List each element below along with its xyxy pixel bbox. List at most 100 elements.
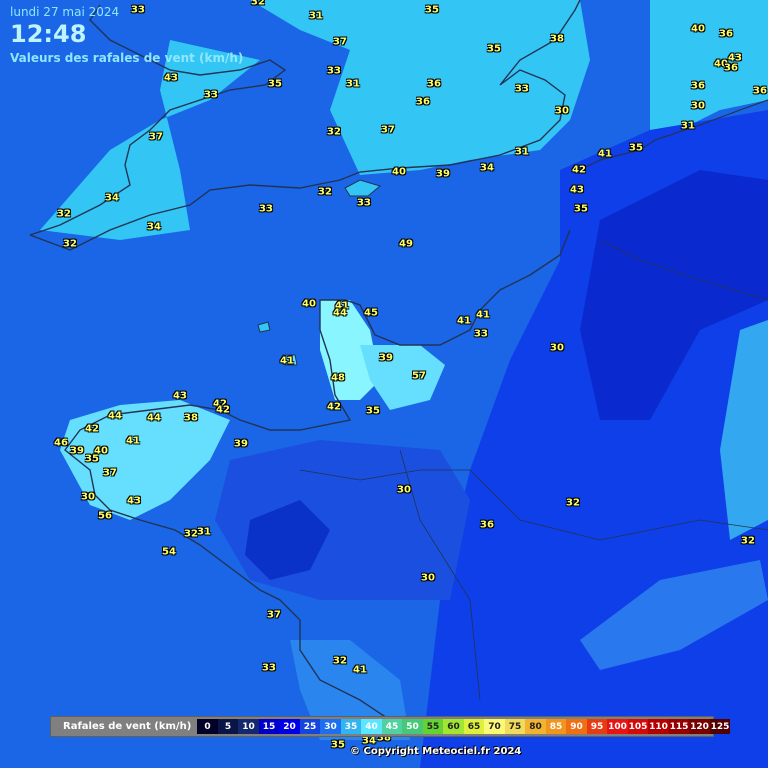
gust-value: 35 [425,4,439,16]
gust-value: 37 [267,609,281,621]
gust-value: 30 [555,105,569,117]
gust-value: 41 [476,309,490,321]
legend-step: 0 [197,719,218,734]
gust-value: 31 [681,120,695,132]
gust-value: 35 [574,203,588,215]
legend-step: 120 [689,719,710,734]
legend-step: 110 [648,719,669,734]
copyright-text: © Copyright Meteociel.fr 2024 [350,746,522,757]
gust-value: 40 [392,166,406,178]
gust-value: 33 [131,4,145,16]
gust-value: 32 [63,238,77,250]
gust-value: 36 [416,96,430,108]
legend-step: 75 [504,719,526,734]
gust-value: 35 [268,78,282,90]
gust-value: 42 [216,404,230,416]
gust-value: 32 [251,0,265,8]
legend-step: 70 [484,719,505,734]
legend-step: 65 [463,719,485,734]
gust-value: 49 [399,238,413,250]
gust-value: 32 [57,208,71,220]
legend-bar: Rafales de vent (km/h) 0 5 10 15 20 25 30 35 40 4… [50,716,731,737]
legend-step: 35 [340,719,362,734]
gust-value: 40 [302,298,316,310]
gust-value: 48 [331,372,345,384]
gust-value: 38 [184,412,198,424]
legend-step: 50 [402,719,423,734]
gust-value: 34 [362,735,376,747]
gust-value: 32 [566,497,580,509]
gust-value: 41 [280,355,294,367]
gust-value: 35 [487,43,501,55]
gust-value: 43 [127,495,141,507]
gust-value: 42 [572,164,586,176]
gust-value: 57 [412,370,426,382]
gust-value: 34 [480,162,494,174]
legend-step: 30 [320,719,341,734]
gust-value: 35 [331,739,345,751]
gust-value: 54 [162,546,176,558]
gust-value: 37 [103,467,117,479]
gust-value: 37 [333,36,347,48]
gust-value: 36 [480,519,494,531]
gust-value: 30 [81,491,95,503]
gust-value: 30 [397,484,411,496]
gust-value: 31 [346,78,360,90]
gust-value: 36 [427,78,441,90]
gust-value: 33 [204,89,218,101]
legend-scale: 0 5 10 15 20 25 30 35 40 45 50 55 60 65 70 75 80 85 90 95 10… [197,719,731,734]
gust-value: 39 [234,438,248,450]
gust-value: 36 [724,62,738,74]
legend-step: 40 [361,719,382,734]
legend-step: 85 [545,719,567,734]
legend-step: 55 [422,719,444,734]
legend-step: 95 [586,719,608,734]
gust-value: 30 [550,342,564,354]
gust-value: 39 [436,168,450,180]
legend-step: 45 [381,719,403,734]
gust-value: 31 [197,526,211,538]
map-date: lundi 27 mai 2024 [10,5,120,19]
legend-step: 115 [668,719,690,734]
gust-value: 41 [598,148,612,160]
map-time: 12:48 [10,20,87,48]
gust-value: 42 [85,423,99,435]
gust-value: 30 [421,572,435,584]
gust-value: 36 [719,28,733,40]
gust-value: 38 [550,33,564,45]
gust-value: 33 [327,65,341,77]
gust-value: 39 [379,352,393,364]
legend-step: 100 [607,719,628,734]
legend-step: 105 [627,719,649,734]
legend-step: 10 [238,719,259,734]
legend-step: 25 [299,719,321,734]
gust-value: 43 [164,72,178,84]
gust-value: 35 [629,142,643,154]
gust-value: 44 [108,410,122,422]
gust-value: 30 [691,100,705,112]
gust-value: 35 [85,453,99,465]
gust-value: 43 [173,390,187,402]
gust-value: 40 [691,23,705,35]
gust-value: 34 [147,221,161,233]
gust-value: 43 [570,184,584,196]
legend-step: 90 [566,719,587,734]
gust-value: 41 [126,435,140,447]
gust-value: 32 [184,528,198,540]
legend-step: 20 [279,719,300,734]
gust-value: 41 [353,664,367,676]
legend-step: 80 [525,719,546,734]
gust-value: 44 [147,412,161,424]
gust-value: 56 [98,510,112,522]
gust-value: 32 [741,535,755,547]
legend-step: 5 [217,719,239,734]
gust-value: 41 [457,315,471,327]
gust-value: 35 [366,405,380,417]
gust-value: 46 [54,437,68,449]
map-subtitle: Valeurs des rafales de vent (km/h) [10,51,244,65]
wind-gust-map: lundi 27 mai 2024 12:48 Valeurs des rafa… [0,0,768,768]
legend-step: 15 [258,719,280,734]
gust-value: 33 [515,83,529,95]
gust-value: 37 [149,131,163,143]
gust-value: 33 [357,197,371,209]
